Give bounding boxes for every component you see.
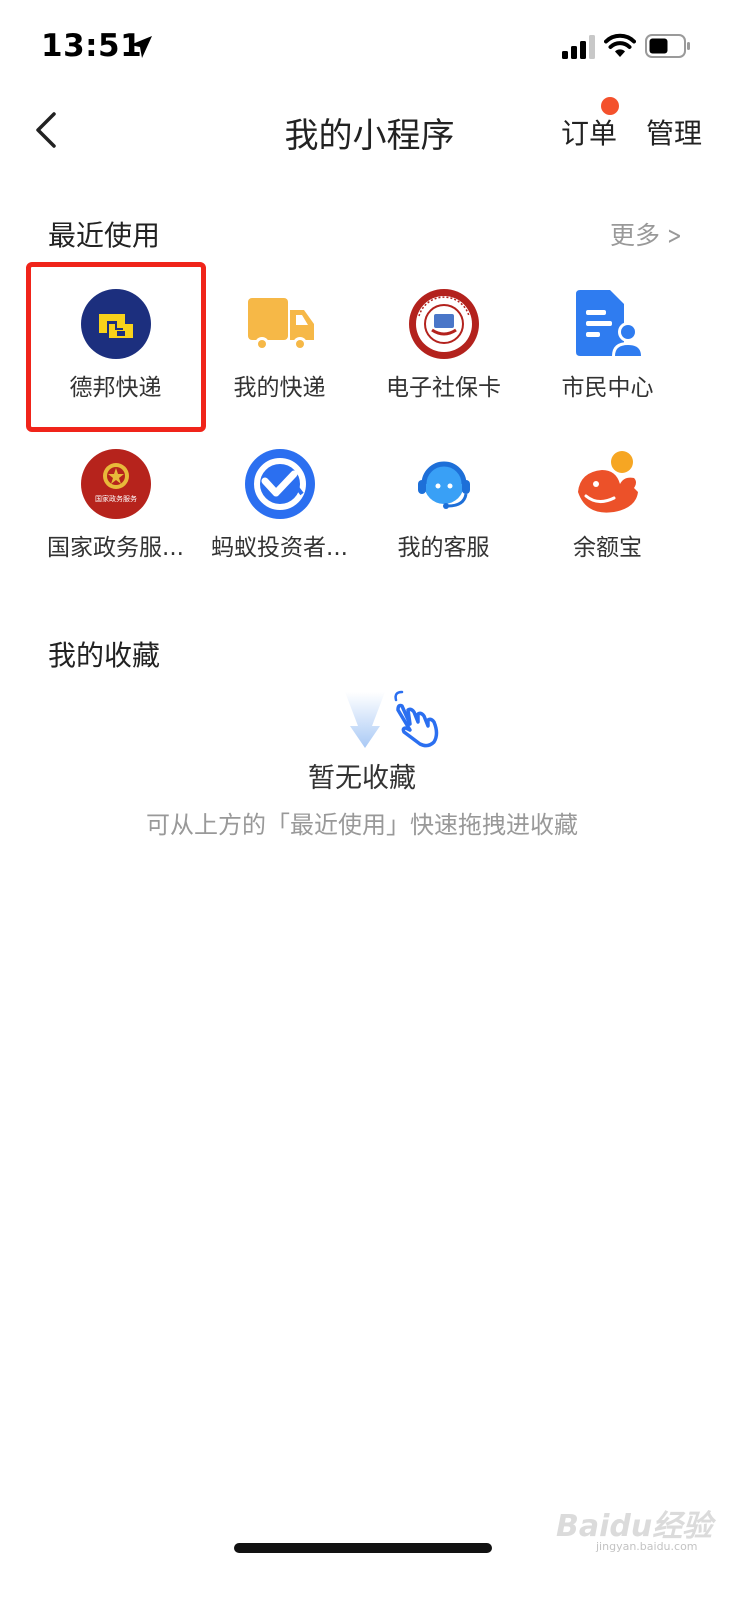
location-arrow-icon bbox=[130, 36, 152, 58]
app-item-social-security[interactable]: 电子社保卡 bbox=[356, 288, 531, 428]
status-bar: 13:51 bbox=[0, 0, 739, 92]
app-label: 国家政务服... bbox=[47, 535, 184, 561]
wifi-icon bbox=[604, 33, 636, 57]
app-item-citizen-center[interactable]: 市民中心 bbox=[520, 288, 695, 428]
back-button[interactable] bbox=[28, 108, 64, 152]
more-label: 更多 bbox=[610, 221, 661, 250]
baidu-watermark: Baidu经验 bbox=[556, 1509, 713, 1544]
home-indicator[interactable] bbox=[234, 1543, 492, 1553]
yuebao-icon bbox=[577, 451, 638, 513]
recent-section-title: 最近使用 bbox=[48, 219, 161, 252]
ant-investor-icon bbox=[244, 449, 315, 519]
app-item-customer-service[interactable]: 我的客服 bbox=[356, 448, 531, 588]
orders-badge-dot bbox=[601, 97, 619, 115]
app-label: 德邦快递 bbox=[69, 375, 162, 401]
more-button[interactable]: 更多 > bbox=[610, 216, 685, 252]
empty-state-hint: 可从上方的「最近使用」快速拖拽进收藏 bbox=[146, 811, 578, 839]
status-time: 13:51 bbox=[41, 28, 143, 64]
favorites-section-title: 我的收藏 bbox=[48, 639, 161, 672]
deppon-logo-icon bbox=[80, 289, 151, 359]
gov-icon-caption: 国家政务服务 bbox=[95, 494, 137, 503]
empty-state-title: 暂无收藏 bbox=[308, 763, 416, 794]
battery-icon bbox=[645, 34, 690, 58]
citizen-center-icon bbox=[575, 290, 644, 356]
baidu-watermark-url: jingyan.baidu.com bbox=[596, 1540, 698, 1553]
app-item-my-express[interactable]: 我的快递 bbox=[192, 288, 367, 428]
app-label: 市民中心 bbox=[561, 375, 654, 401]
national-emblem-icon: 国家政务服务 bbox=[80, 449, 151, 519]
cellular-signal-icon bbox=[562, 35, 595, 59]
app-label: 蚂蚁投资者... bbox=[211, 535, 348, 561]
app-item-deppon[interactable]: 德邦快递 bbox=[28, 288, 203, 428]
customer-service-icon bbox=[417, 461, 470, 509]
app-label: 我的快递 bbox=[233, 375, 326, 401]
chevron-right-icon: > bbox=[667, 221, 682, 250]
delivery-truck-icon bbox=[247, 298, 314, 351]
app-item-ant-investor[interactable]: 蚂蚁投资者... bbox=[192, 448, 367, 588]
manage-button[interactable]: 管理 bbox=[646, 112, 702, 152]
nav-bar: 我的小程序 订单 管理 bbox=[0, 92, 739, 168]
app-item-yuebao[interactable]: 余额宝 bbox=[520, 448, 695, 588]
orders-button[interactable]: 订单 bbox=[561, 112, 617, 152]
drag-hint-icon bbox=[345, 690, 439, 748]
app-label: 我的客服 bbox=[397, 535, 490, 561]
app-label: 余额宝 bbox=[573, 535, 642, 561]
page-title: 我的小程序 bbox=[284, 116, 455, 156]
app-label: 电子社保卡 bbox=[386, 375, 501, 401]
app-item-gov-service[interactable]: 国家政务服务 国家政务服... bbox=[28, 448, 203, 588]
social-security-card-icon bbox=[408, 289, 479, 359]
